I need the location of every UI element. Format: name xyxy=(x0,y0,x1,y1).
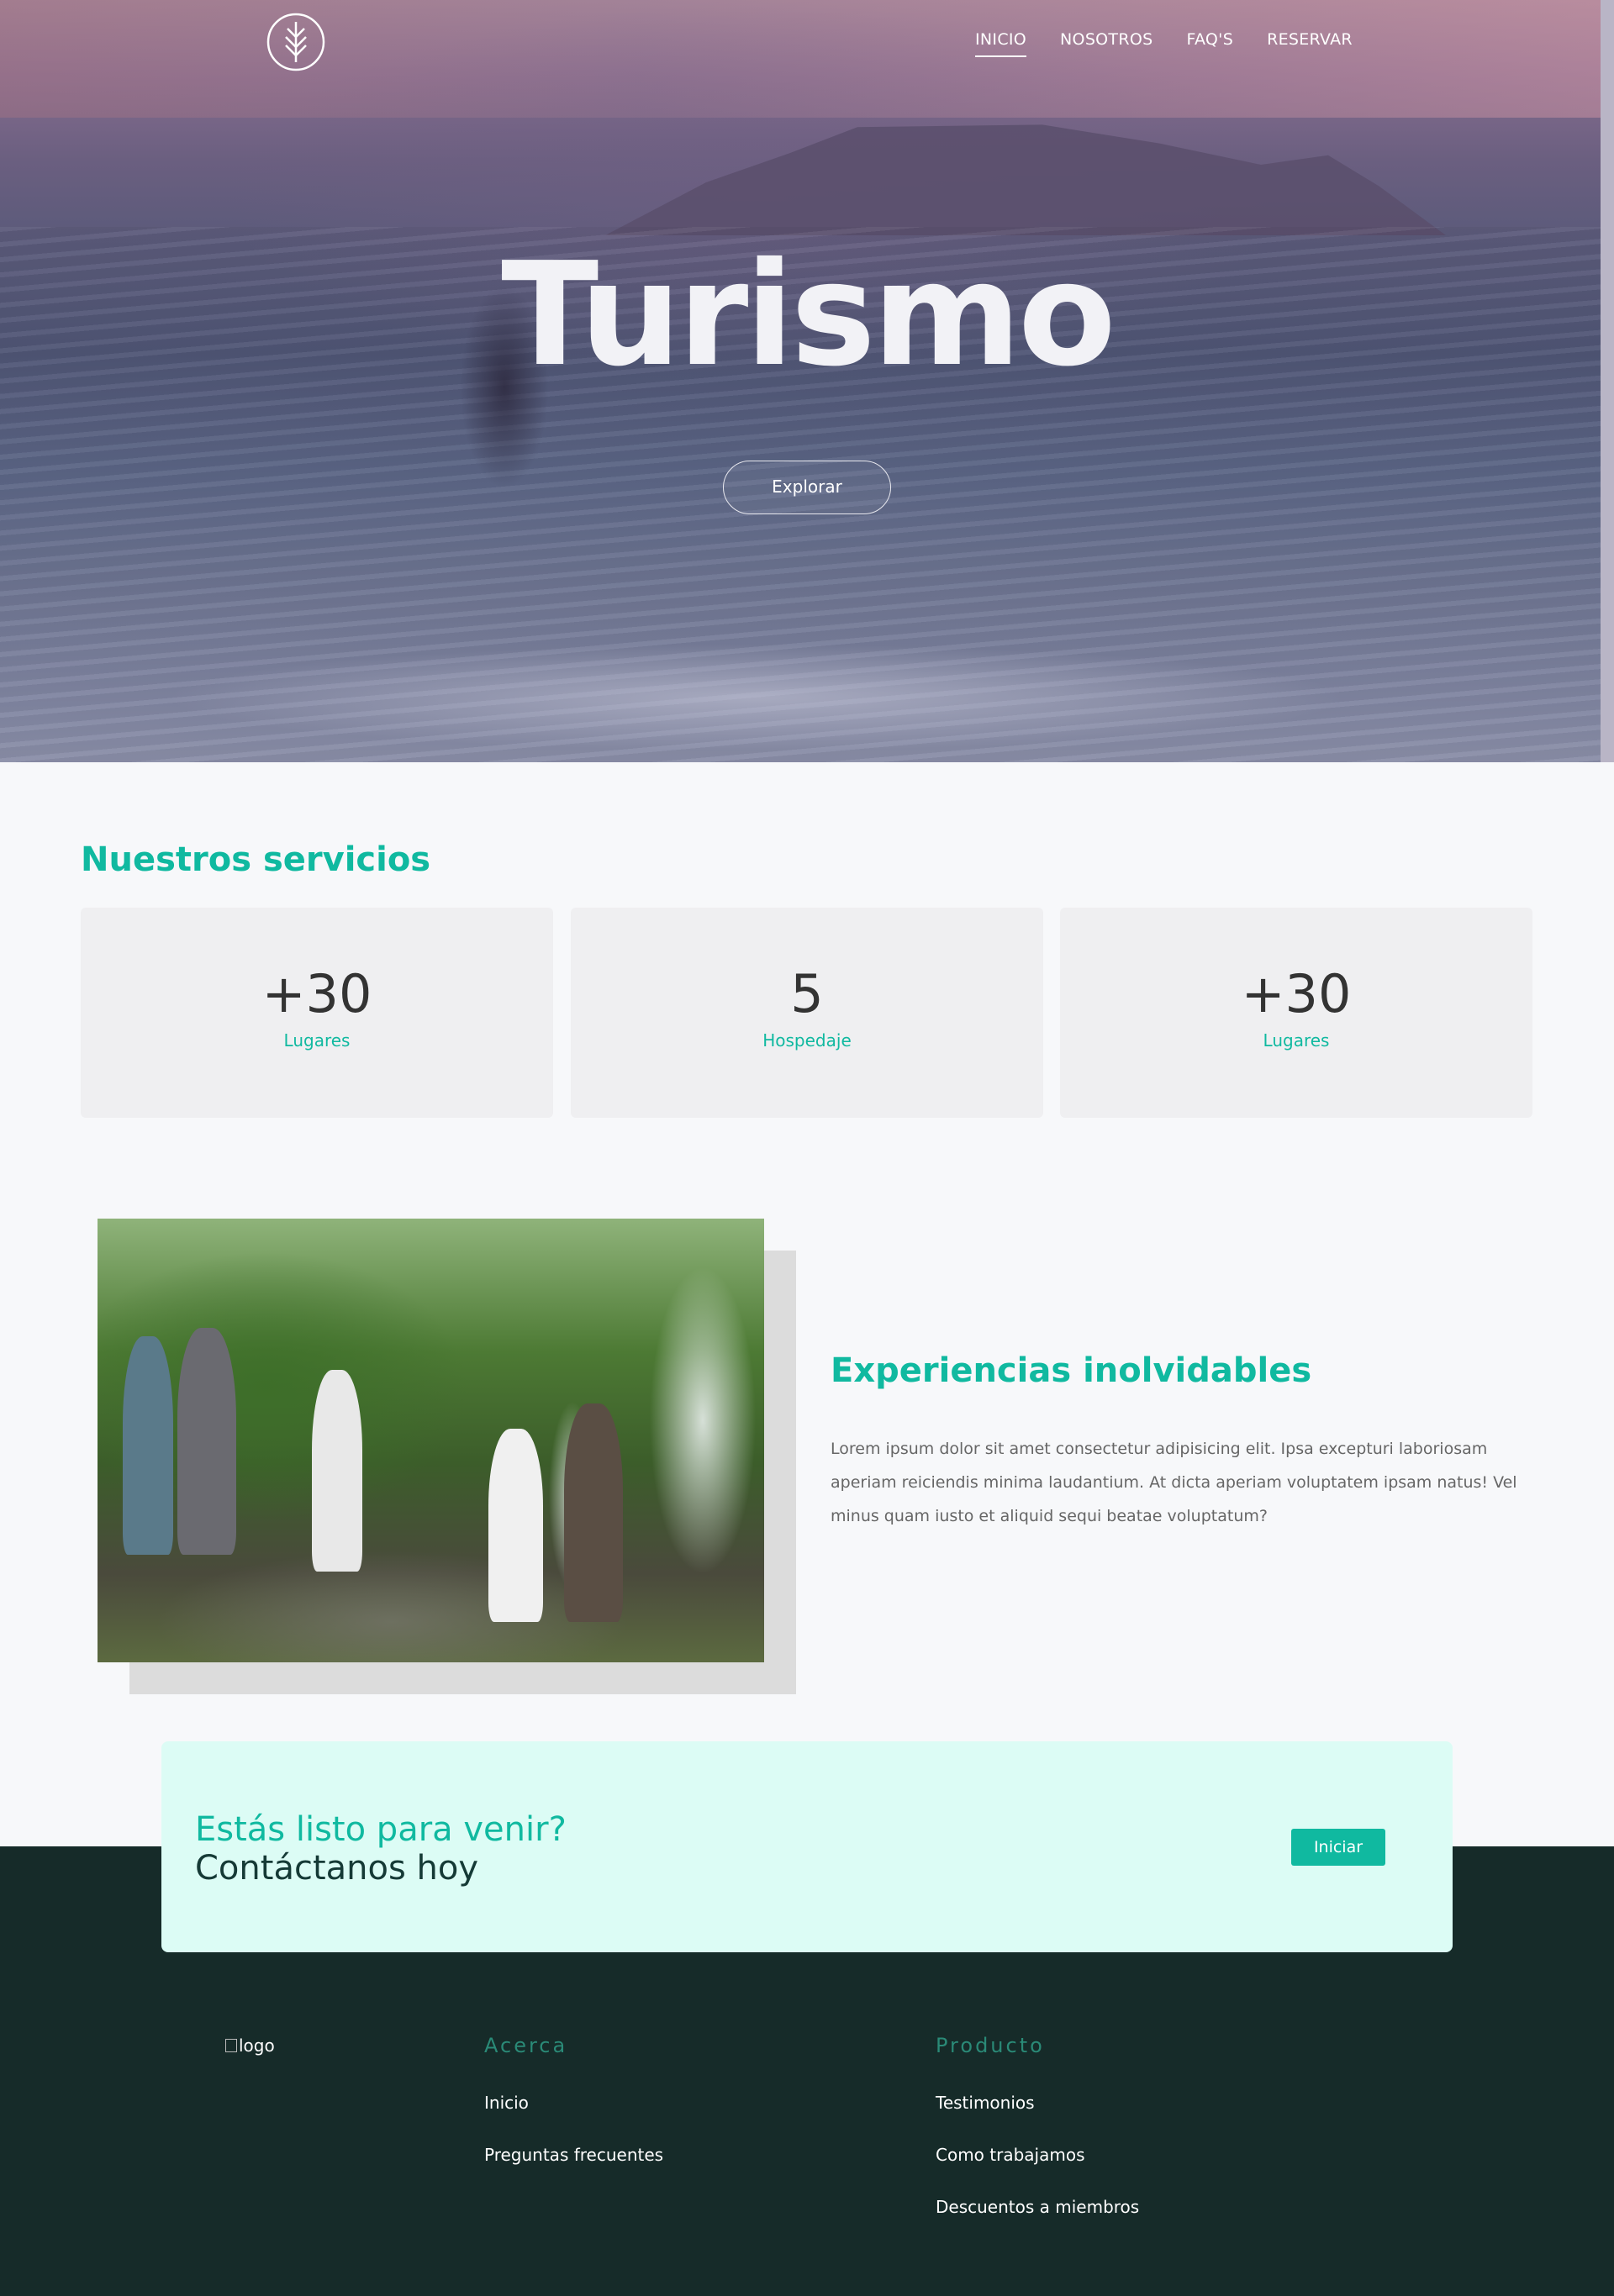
footer-heading: Acerca xyxy=(484,2034,568,2057)
footer-column-acerca: Acerca Inicio Preguntas frecuentes xyxy=(484,2034,663,2197)
photo-person xyxy=(123,1336,173,1555)
footer-logo[interactable]: logo xyxy=(225,2035,275,2056)
footer-column-producto: Producto Testimonios Como trabajamos Des… xyxy=(936,2034,1139,2249)
photo-person xyxy=(564,1403,623,1622)
nav-item-faqs[interactable]: FAQ'S xyxy=(1186,30,1233,57)
service-value: +30 xyxy=(261,963,372,1024)
footer-link-inicio[interactable]: Inicio xyxy=(484,2093,663,2113)
hero-mountain xyxy=(605,124,1446,235)
top-nav: INICIO NOSOTROS FAQ'S RESERVAR xyxy=(975,30,1353,57)
start-button[interactable]: Iniciar xyxy=(1291,1829,1385,1866)
hero-foam xyxy=(0,605,1601,762)
service-card: 5 Hospedaje xyxy=(571,908,1043,1118)
service-value: 5 xyxy=(790,963,824,1024)
nav-item-inicio[interactable]: INICIO xyxy=(975,30,1027,57)
nav-item-nosotros[interactable]: NOSOTROS xyxy=(1060,30,1152,57)
footer-link-faq[interactable]: Preguntas frecuentes xyxy=(484,2145,663,2165)
footer-link-descuentos[interactable]: Descuentos a miembros xyxy=(936,2197,1139,2217)
explore-button[interactable]: Explorar xyxy=(723,461,891,514)
service-card: +30 Lugares xyxy=(1060,908,1532,1118)
experience-text: Lorem ipsum dolor sit amet consectetur a… xyxy=(831,1440,1517,1525)
service-label: Hospedaje xyxy=(762,1030,852,1051)
photo-person xyxy=(312,1370,362,1572)
hero-sky xyxy=(0,0,1601,118)
service-value: +30 xyxy=(1241,963,1352,1024)
hero-title: Turismo xyxy=(501,232,1116,398)
services-title: Nuestros servicios xyxy=(81,840,431,879)
footer-logo-alt: logo xyxy=(239,2035,275,2056)
experience-title: Experiencias inolvidables xyxy=(831,1351,1312,1390)
waterfall-photo xyxy=(98,1219,764,1662)
service-label: Lugares xyxy=(1263,1030,1330,1051)
cta-banner: Estás listo para venir? Contáctanos hoy … xyxy=(161,1741,1453,1952)
service-label: Lugares xyxy=(283,1030,351,1051)
footer-heading: Producto xyxy=(936,2034,1045,2057)
service-card: +30 Lugares xyxy=(81,908,553,1118)
leaf-logo-icon[interactable] xyxy=(266,12,326,72)
nav-item-reservar[interactable]: RESERVAR xyxy=(1267,30,1353,57)
photo-person xyxy=(177,1328,236,1555)
footer-link-como-trabajamos[interactable]: Como trabajamos xyxy=(936,2145,1139,2165)
cta-subheading: Contáctanos hoy xyxy=(195,1849,479,1888)
photo-person xyxy=(488,1429,543,1622)
footer-link-testimonios[interactable]: Testimonios xyxy=(936,2093,1139,2113)
cta-heading: Estás listo para venir? xyxy=(195,1810,567,1849)
broken-image-icon xyxy=(225,2039,237,2052)
